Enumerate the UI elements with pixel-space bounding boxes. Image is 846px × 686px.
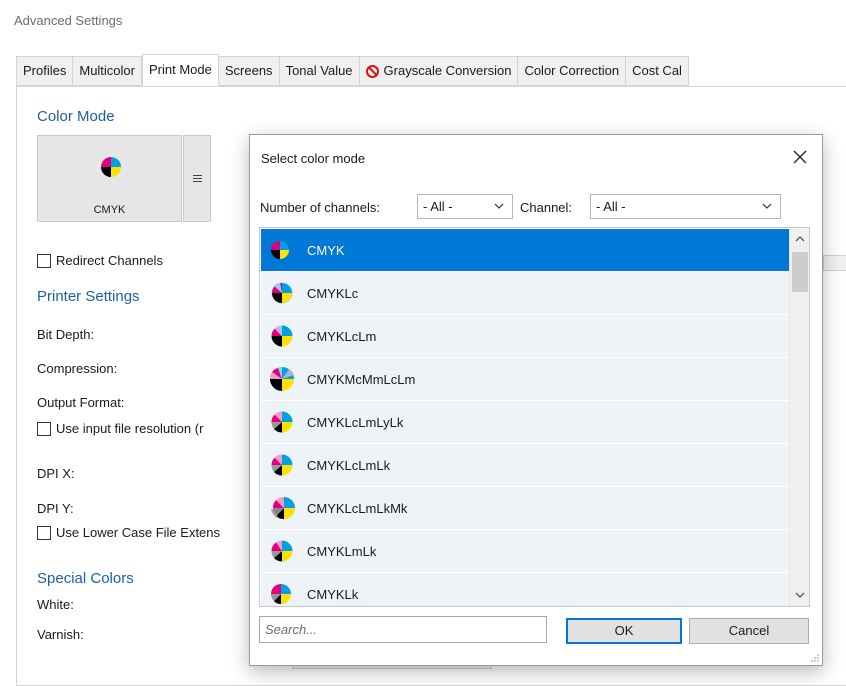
tab-strip: Profiles Multicolor Print Mode Screens T… (16, 54, 846, 86)
tab-print-mode[interactable]: Print Mode (141, 54, 219, 86)
no-entry-icon (365, 64, 379, 78)
cmyk-wheel-icon (271, 241, 289, 259)
tab-tonal-value[interactable]: Tonal Value (279, 56, 360, 86)
channel-select[interactable]: - All - (590, 194, 781, 219)
dpi-y-label: DPI Y: (37, 501, 74, 516)
dialog-title: Select color mode (261, 151, 366, 166)
use-input-resolution-checkbox[interactable]: Use input file resolution (r (37, 421, 203, 436)
ok-button[interactable]: OK (566, 618, 682, 644)
list-item-cmyk[interactable]: CMYK (261, 229, 789, 272)
chevron-down-icon[interactable] (794, 589, 806, 601)
cmyklmlk-wheel-icon (271, 540, 293, 562)
chevron-down-icon (494, 203, 504, 209)
color-mode-tile[interactable]: CMYK (37, 135, 182, 222)
cmykmcmmlclm-wheel-icon (269, 367, 294, 391)
dpi-x-label: DPI X: (37, 466, 75, 481)
list-item-cmyklc[interactable]: CMYKLc (261, 272, 789, 315)
list-item-cmyklclmlk[interactable]: CMYKLcLmLk (261, 444, 789, 487)
list-item-cmyklclmlkmk[interactable]: CMYKLcLmLkMk (261, 487, 789, 530)
background-field (823, 255, 846, 271)
special-colors-heading: Special Colors (37, 570, 134, 587)
varnish-label: Varnish: (37, 627, 84, 642)
search-input[interactable]: Search... (259, 616, 547, 643)
cmyk-wheel-icon (101, 157, 121, 177)
select-color-mode-dialog: Select color mode Number of channels: - … (249, 134, 823, 666)
color-mode-list[interactable]: CMYK CMYKLc CMYKLcLm CMYKMcMmLcLm CMYKLc… (259, 227, 810, 607)
color-mode-menu-button[interactable] (183, 135, 211, 222)
tab-cost-cal[interactable]: Cost Cal (626, 56, 689, 86)
cancel-button[interactable]: Cancel (689, 618, 809, 644)
channels-count-select[interactable]: - All - (417, 194, 513, 219)
color-mode-tile-label: CMYK (93, 204, 126, 216)
list-item-cmyklclmlylk[interactable]: CMYKLcLmLyLk (261, 401, 789, 444)
tab-multicolor[interactable]: Multicolor (73, 56, 142, 86)
list-item-cmyklk[interactable]: CMYKLk (261, 573, 789, 606)
cmyklclmlylk-wheel-icon (271, 411, 293, 433)
white-label: White: (37, 597, 74, 612)
cmyklk-wheel-icon (271, 584, 291, 604)
bit-depth-label: Bit Depth: (37, 327, 95, 342)
compression-label: Compression: (37, 361, 118, 376)
checkbox-box[interactable] (37, 525, 51, 540)
use-lower-case-checkbox[interactable]: Use Lower Case File Extens (37, 525, 220, 540)
channel-label: Channel: (520, 200, 573, 215)
resize-grip-icon[interactable] (810, 653, 820, 663)
tab-screens[interactable]: Screens (218, 56, 280, 86)
cmyklclmlk-wheel-icon (271, 454, 293, 476)
tab-profiles[interactable]: Profiles (16, 56, 74, 86)
list-item-cmyklmlk[interactable]: CMYKLmLk (261, 530, 789, 573)
chevron-up-icon[interactable] (794, 233, 806, 245)
channels-count-label: Number of channels: (260, 200, 380, 215)
color-mode-heading: Color Mode (37, 108, 115, 125)
scrollbar-thumb[interactable] (792, 252, 808, 292)
list-item-cmyklclm[interactable]: CMYKLcLm (261, 315, 789, 358)
tab-color-correction[interactable]: Color Correction (518, 56, 627, 86)
cmyklclm-wheel-icon (271, 325, 293, 347)
menu-icon (192, 175, 202, 182)
close-icon[interactable] (788, 145, 812, 169)
cmyklclmlkmk-wheel-icon (271, 496, 295, 520)
list-scrollbar[interactable] (789, 228, 809, 606)
checkbox-box[interactable] (37, 421, 51, 436)
tab-grayscale-conversion[interactable]: Grayscale Conversion (359, 56, 519, 86)
output-format-label: Output Format: (37, 395, 125, 410)
redirect-channels-checkbox[interactable]: Redirect Channels (37, 253, 163, 268)
list-item-cmykmcmmlclm[interactable]: CMYKMcMmLcLm (261, 358, 789, 401)
printer-settings-heading: Printer Settings (37, 288, 140, 305)
window-title: Advanced Settings (14, 13, 123, 28)
chevron-down-icon (762, 203, 772, 209)
cmyklc-wheel-icon (271, 282, 293, 304)
checkbox-box[interactable] (37, 253, 51, 268)
